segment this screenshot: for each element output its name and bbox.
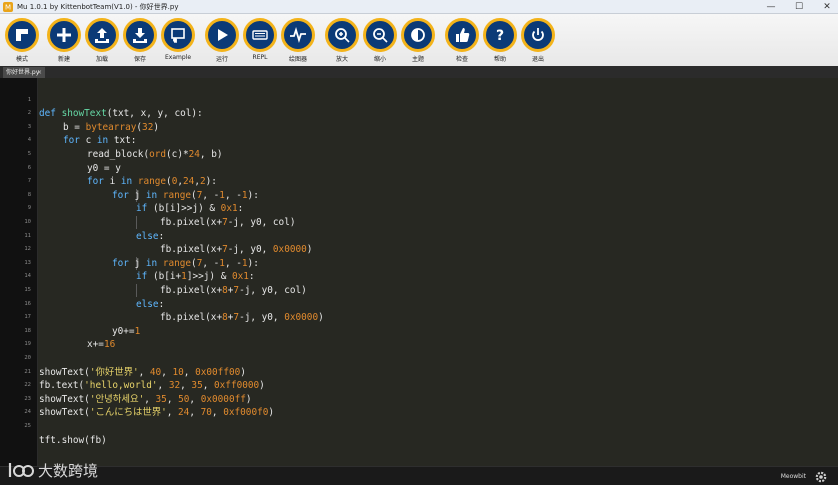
zoom-in-icon bbox=[335, 28, 350, 43]
code-line[interactable]: 9 fb.pixel(x+7-j, y0, col) bbox=[0, 189, 838, 228]
svg-text:M: M bbox=[5, 3, 11, 11]
svg-text:?: ? bbox=[496, 28, 504, 44]
mode-indicator[interactable]: Meowbit bbox=[781, 473, 806, 480]
theme-button[interactable]: 主题 bbox=[399, 18, 437, 63]
watermark-text: 大数跨境 bbox=[38, 461, 99, 480]
maximize-button[interactable]: ☐ bbox=[794, 0, 804, 14]
new-label: 新建 bbox=[57, 56, 70, 63]
mu-app-icon: M bbox=[3, 1, 13, 12]
keyboard-icon bbox=[252, 30, 268, 40]
code-line[interactable]: 10 else: bbox=[0, 202, 838, 242]
code-line[interactable]: 3 for c in txt: bbox=[0, 107, 838, 147]
tab-hello-world[interactable]: 你好世界.py × bbox=[3, 67, 45, 78]
mode-button[interactable]: 模式 bbox=[3, 18, 41, 63]
zoom-in-button[interactable]: 放大 bbox=[323, 18, 361, 63]
code-line[interactable]: 16 fb.pixel(x+8+7-j, y0, 0x0000) bbox=[0, 284, 838, 324]
zoom-out-icon bbox=[373, 28, 388, 43]
code-line[interactable]: 17 y0+=1 bbox=[0, 298, 838, 337]
code-line[interactable]: 24 bbox=[0, 393, 838, 415]
code-line[interactable]: 13 if (b[i+1]>>j) & 0x1: bbox=[0, 243, 838, 283]
mode-label: 模式 bbox=[15, 56, 28, 63]
code-line[interactable]: 23 showText('こんにちは世界', 24, 70, 0xf000f0) bbox=[0, 379, 838, 419]
code-line[interactable]: 4 read_block(ord(c)*24, b) bbox=[0, 121, 838, 160]
gear-icon[interactable] bbox=[814, 470, 828, 484]
run-button[interactable]: 运行 bbox=[203, 18, 241, 63]
run-label: 运行 bbox=[215, 56, 228, 63]
code-line[interactable]: 21 fb.text('hello,world', 32, 35, 0xff00… bbox=[0, 352, 838, 392]
example-icon bbox=[171, 28, 185, 43]
plotter-button[interactable]: 绘图器 bbox=[279, 18, 317, 63]
theme-label: 主题 bbox=[411, 56, 424, 63]
save-label: 保存 bbox=[133, 56, 146, 63]
code-line[interactable]: 18 x+=16 bbox=[0, 311, 838, 351]
help-icon: ? bbox=[496, 28, 504, 44]
code-line[interactable]: 14 fb.pixel(x+8+7-j, y0, col) bbox=[0, 257, 838, 296]
title-bar: M Mu 1.0.1 by KittenbotTeam(V1.0) - 你好世界… bbox=[0, 0, 838, 14]
quit-button[interactable]: 退出 bbox=[519, 18, 557, 63]
power-icon bbox=[532, 28, 544, 41]
tab-label: 你好世界.py bbox=[6, 69, 40, 76]
code-line[interactable]: 20 showText('你好世界', 40, 10, 0x00ff00) bbox=[0, 338, 838, 378]
tab-bar: 你好世界.py × bbox=[0, 66, 838, 78]
save-button[interactable]: 保存 bbox=[121, 18, 159, 63]
repl-button[interactable]: REPL bbox=[241, 18, 279, 61]
code-line[interactable]: 22 showText('안녕하세요', 35, 50, 0x0000ff) bbox=[0, 366, 838, 405]
code-line[interactable]: 7 for j in range(7, -1, -1): bbox=[0, 162, 838, 201]
line-number: 25 bbox=[24, 422, 31, 429]
status-bar: Meowbit bbox=[0, 466, 838, 485]
mode-icon bbox=[16, 29, 28, 41]
check-button[interactable]: 检查 bbox=[443, 18, 481, 63]
code-line[interactable]: 8 if (b[i]>>j) & 0x1: bbox=[0, 175, 838, 215]
code-line[interactable]: 15 else: bbox=[0, 270, 838, 310]
zoom-out-button[interactable]: 缩小 bbox=[361, 18, 399, 63]
tab-close-icon[interactable]: × bbox=[37, 67, 42, 78]
code-line[interactable]: 5 y0 = y bbox=[0, 134, 838, 174]
zoom-in-label: 放大 bbox=[335, 56, 348, 63]
check-label: 检查 bbox=[455, 56, 468, 63]
thumbs-up-icon bbox=[456, 28, 470, 42]
help-button[interactable]: ? 帮助 bbox=[481, 18, 519, 63]
watermark-logo-icon bbox=[8, 463, 34, 477]
code-line[interactable]: 2 b = bytearray(32) bbox=[0, 94, 838, 133]
load-label: 加载 bbox=[95, 56, 108, 63]
code-line[interactable]: 19 bbox=[0, 325, 838, 347]
plotter-label: 绘图器 bbox=[288, 56, 307, 63]
play-icon bbox=[218, 29, 228, 41]
waveform-icon bbox=[290, 27, 306, 43]
new-button[interactable]: 新建 bbox=[45, 18, 83, 63]
example-button[interactable]: Example bbox=[159, 18, 197, 61]
help-label: 帮助 bbox=[493, 56, 506, 63]
upload-icon bbox=[95, 28, 109, 43]
plus-icon bbox=[57, 28, 71, 42]
code-line[interactable]: 11 fb.pixel(x+7-j, y0, 0x0000) bbox=[0, 216, 838, 256]
code-line[interactable]: 6 for i in range(0,24,2): bbox=[0, 148, 838, 188]
window-title: Mu 1.0.1 by KittenbotTeam(V1.0) - 你好世界.p… bbox=[17, 2, 179, 11]
repl-label: REPL bbox=[252, 54, 268, 61]
code-line[interactable]: 1 def showText(txt, x, y, col): bbox=[0, 80, 838, 120]
code-line[interactable]: 12 for j in range(7, -1, -1): bbox=[0, 230, 838, 269]
load-button[interactable]: 加载 bbox=[83, 18, 121, 63]
download-icon bbox=[133, 28, 147, 43]
minimize-button[interactable]: — bbox=[766, 0, 776, 14]
code-line[interactable]: 25 tft.show(fb) bbox=[0, 406, 838, 446]
toolbar: 模式 新建 加载 保存 Example 运行 REPL 绘图器 放大 缩小 主题 bbox=[0, 14, 838, 66]
watermark: 大数跨境 bbox=[8, 459, 98, 481]
quit-label: 退出 bbox=[531, 56, 544, 63]
theme-icon bbox=[411, 28, 425, 42]
example-label: Example bbox=[164, 54, 192, 61]
code-text: tft.show(fb) bbox=[39, 434, 107, 446]
close-window-button[interactable]: ✕ bbox=[822, 0, 832, 14]
zoom-out-label: 缩小 bbox=[373, 56, 386, 63]
